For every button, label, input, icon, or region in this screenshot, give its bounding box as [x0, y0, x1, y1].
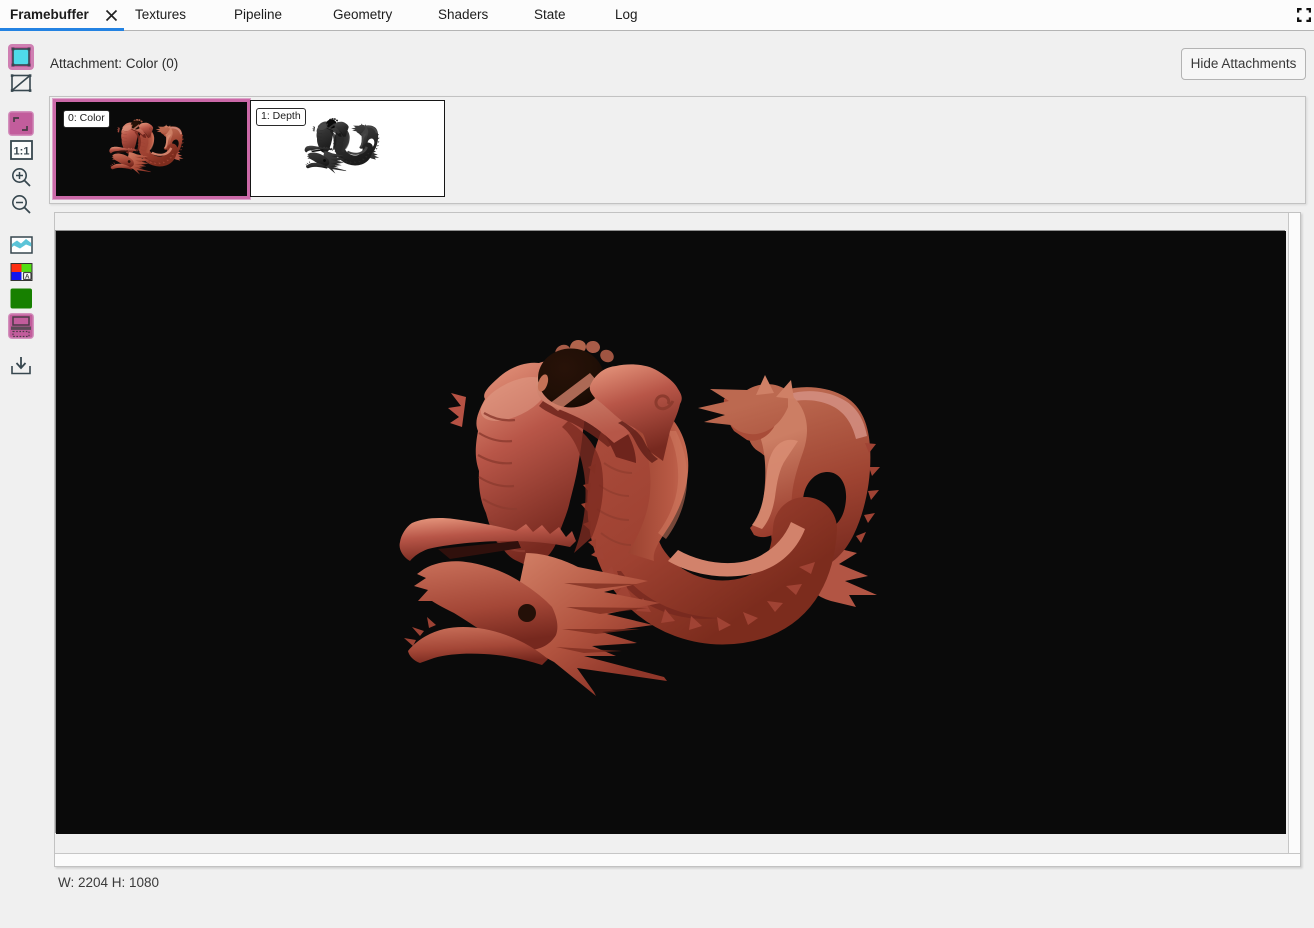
svg-text:A: A: [25, 274, 30, 281]
svg-text:1:1: 1:1: [14, 146, 30, 158]
